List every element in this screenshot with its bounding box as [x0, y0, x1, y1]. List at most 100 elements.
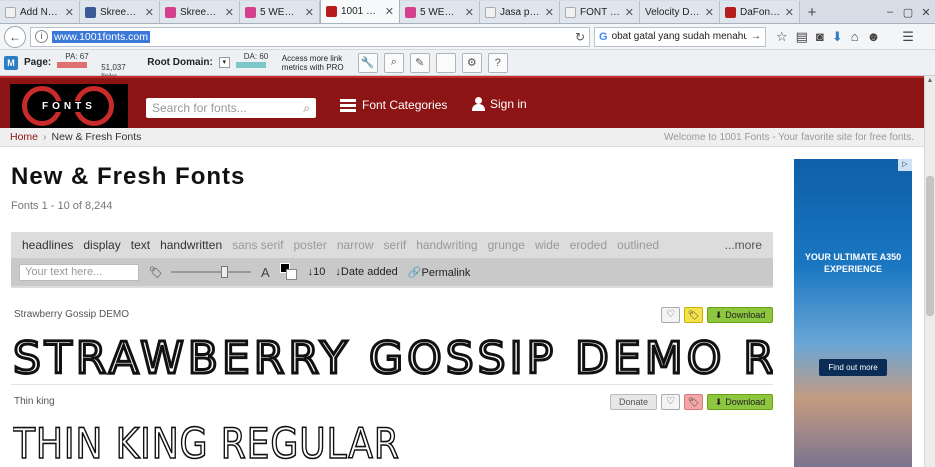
- scroll-up-icon[interactable]: ▲: [925, 76, 935, 86]
- filter-tag[interactable]: outlined: [617, 238, 659, 252]
- favorite-heart-icon[interactable]: ♡: [661, 394, 680, 410]
- ad-cta-button[interactable]: Find out more: [819, 359, 887, 376]
- reload-icon[interactable]: ↻: [575, 30, 585, 44]
- magnifier-icon[interactable]: ⌕: [383, 52, 404, 73]
- filter-tag[interactable]: serif: [384, 238, 407, 252]
- browser-tab[interactable]: Velocity Develo... ✕: [640, 1, 720, 23]
- font-categories-menu[interactable]: Font Categories: [340, 98, 447, 112]
- wrench-icon[interactable]: 🔧: [357, 52, 378, 73]
- moz-logo-icon[interactable]: M: [4, 55, 18, 70]
- gear-icon[interactable]: ⚙: [461, 52, 482, 73]
- browser-tab[interactable]: DaFont - D... ✕: [720, 1, 800, 23]
- logo-text: FONTS: [40, 100, 98, 112]
- home-icon[interactable]: ⌂: [851, 29, 859, 44]
- chevron-down-icon[interactable]: ▾: [218, 57, 230, 68]
- help-icon[interactable]: ?: [487, 52, 508, 73]
- tab-label: Jasa pemb...: [500, 6, 541, 18]
- font-size-slider[interactable]: [171, 266, 251, 278]
- menu-icon[interactable]: ☰: [902, 29, 914, 45]
- browser-nav-bar: ← i www.1001fonts.com ↻ G obat gatal yan…: [0, 24, 935, 50]
- browser-tab-active[interactable]: 1001 Fo... ✕: [320, 0, 400, 23]
- font-name[interactable]: Thin king: [14, 396, 55, 407]
- filter-tag[interactable]: poster: [293, 238, 326, 252]
- filter-tag[interactable]: handwriting: [416, 238, 477, 252]
- arrow-right-icon[interactable]: →: [751, 31, 761, 42]
- sort-select[interactable]: ↓Date added: [335, 266, 397, 278]
- filter-tag[interactable]: eroded: [570, 238, 607, 252]
- close-window-icon[interactable]: ✕: [917, 6, 935, 19]
- browser-tab[interactable]: 5 WEBSITE ... ✕: [240, 1, 320, 23]
- filter-tag[interactable]: handwritten: [160, 238, 222, 252]
- filter-tag[interactable]: display: [83, 238, 120, 252]
- filter-tag[interactable]: wide: [535, 238, 560, 252]
- tag-button[interactable]: 🏷: [684, 394, 703, 410]
- donate-button[interactable]: Donate: [609, 394, 657, 410]
- close-icon[interactable]: ✕: [305, 6, 314, 19]
- browser-tab[interactable]: Add New Post ... ✕: [0, 1, 80, 23]
- close-icon[interactable]: ✕: [225, 6, 234, 19]
- blank-tool-icon[interactable]: [435, 52, 456, 73]
- browser-tab[interactable]: Skreen and... ✕: [80, 1, 160, 23]
- preview-text-input[interactable]: Your text here...: [19, 263, 139, 281]
- font-search-input[interactable]: Search for fonts... ⌕: [146, 98, 316, 118]
- close-icon[interactable]: ✕: [465, 6, 474, 19]
- page-title: New & Fresh Fonts: [11, 163, 246, 190]
- pencil-icon[interactable]: ✎: [409, 52, 430, 73]
- browser-tab[interactable]: Jasa pemb... ✕: [480, 1, 560, 23]
- close-icon[interactable]: ✕: [385, 5, 394, 18]
- download-button[interactable]: ⬇ Download: [707, 307, 773, 323]
- more-tags-link[interactable]: ...more: [725, 238, 762, 252]
- filter-tag[interactable]: narrow: [337, 238, 374, 252]
- close-icon[interactable]: ✕: [65, 6, 74, 19]
- reading-list-icon[interactable]: ▤: [796, 29, 808, 45]
- download-icon: ⬇: [714, 310, 723, 320]
- close-icon[interactable]: ✕: [625, 6, 634, 19]
- font-name[interactable]: Strawberry Gossip DEMO: [14, 309, 129, 320]
- moz-pro-link[interactable]: Access more link metrics with PRO: [282, 54, 352, 72]
- browser-search-box[interactable]: G obat gatal yang sudah menahun →: [594, 26, 766, 47]
- browser-tab[interactable]: FONT NA... ✕: [560, 1, 640, 23]
- download-icon[interactable]: ⬇: [832, 29, 843, 45]
- filter-tag[interactable]: headlines: [22, 238, 73, 252]
- scrollbar-thumb[interactable]: [926, 176, 934, 316]
- page-scrollbar[interactable]: ▲: [924, 76, 935, 467]
- breadcrumb-home[interactable]: Home: [10, 131, 38, 143]
- close-icon[interactable]: ✕: [145, 6, 154, 19]
- tag-button[interactable]: 🏷: [684, 307, 703, 323]
- search-icon[interactable]: ⌕: [303, 101, 310, 116]
- chat-icon[interactable]: ☻: [867, 29, 881, 44]
- new-tab-button[interactable]: +: [800, 1, 824, 23]
- favorite-heart-icon[interactable]: ♡: [661, 307, 680, 323]
- url-text[interactable]: www.1001fonts.com: [52, 30, 150, 43]
- per-page-select[interactable]: ↓10: [308, 266, 326, 278]
- address-bar[interactable]: i www.1001fonts.com ↻: [30, 26, 590, 47]
- search-query[interactable]: obat gatal yang sudah menahun: [612, 31, 747, 42]
- background-color-swatch[interactable]: [285, 269, 297, 280]
- filter-tag[interactable]: sans serif: [232, 238, 283, 252]
- back-button[interactable]: ←: [4, 25, 26, 48]
- slider-handle[interactable]: [221, 266, 228, 278]
- minimize-icon[interactable]: –: [881, 6, 899, 18]
- close-icon[interactable]: ✕: [545, 6, 554, 19]
- da-value: DA: 60: [243, 51, 269, 61]
- filter-tag[interactable]: text: [131, 238, 150, 252]
- ad-choices-icon[interactable]: ▷: [898, 159, 912, 171]
- advertisement-banner[interactable]: ▷ YOUR ULTIMATE A350 EXPERIENCE Find out…: [794, 159, 912, 467]
- info-icon[interactable]: i: [35, 30, 48, 43]
- permalink-link[interactable]: 🔗Permalink: [408, 266, 471, 279]
- tab-label: Skreen & S...: [180, 6, 221, 18]
- color-picker[interactable]: [279, 263, 298, 281]
- bookmark-star-icon[interactable]: ☆: [776, 29, 788, 45]
- browser-tab[interactable]: Skreen & S... ✕: [160, 1, 240, 23]
- browser-tab[interactable]: 5 WEBSITE ... ✕: [400, 1, 480, 23]
- pa-value: PA: 67: [65, 51, 89, 61]
- maximize-icon[interactable]: ▢: [899, 6, 917, 19]
- pocket-icon[interactable]: ◙: [816, 29, 824, 44]
- close-icon[interactable]: ✕: [705, 6, 714, 19]
- site-logo[interactable]: FONTS: [10, 84, 128, 128]
- download-button[interactable]: ⬇ Download: [707, 394, 773, 410]
- filter-tag[interactable]: grunge: [488, 238, 525, 252]
- sign-in-link[interactable]: Sign in: [472, 97, 527, 111]
- tag-icon[interactable]: 🏷: [149, 266, 163, 279]
- close-icon[interactable]: ✕: [785, 6, 794, 19]
